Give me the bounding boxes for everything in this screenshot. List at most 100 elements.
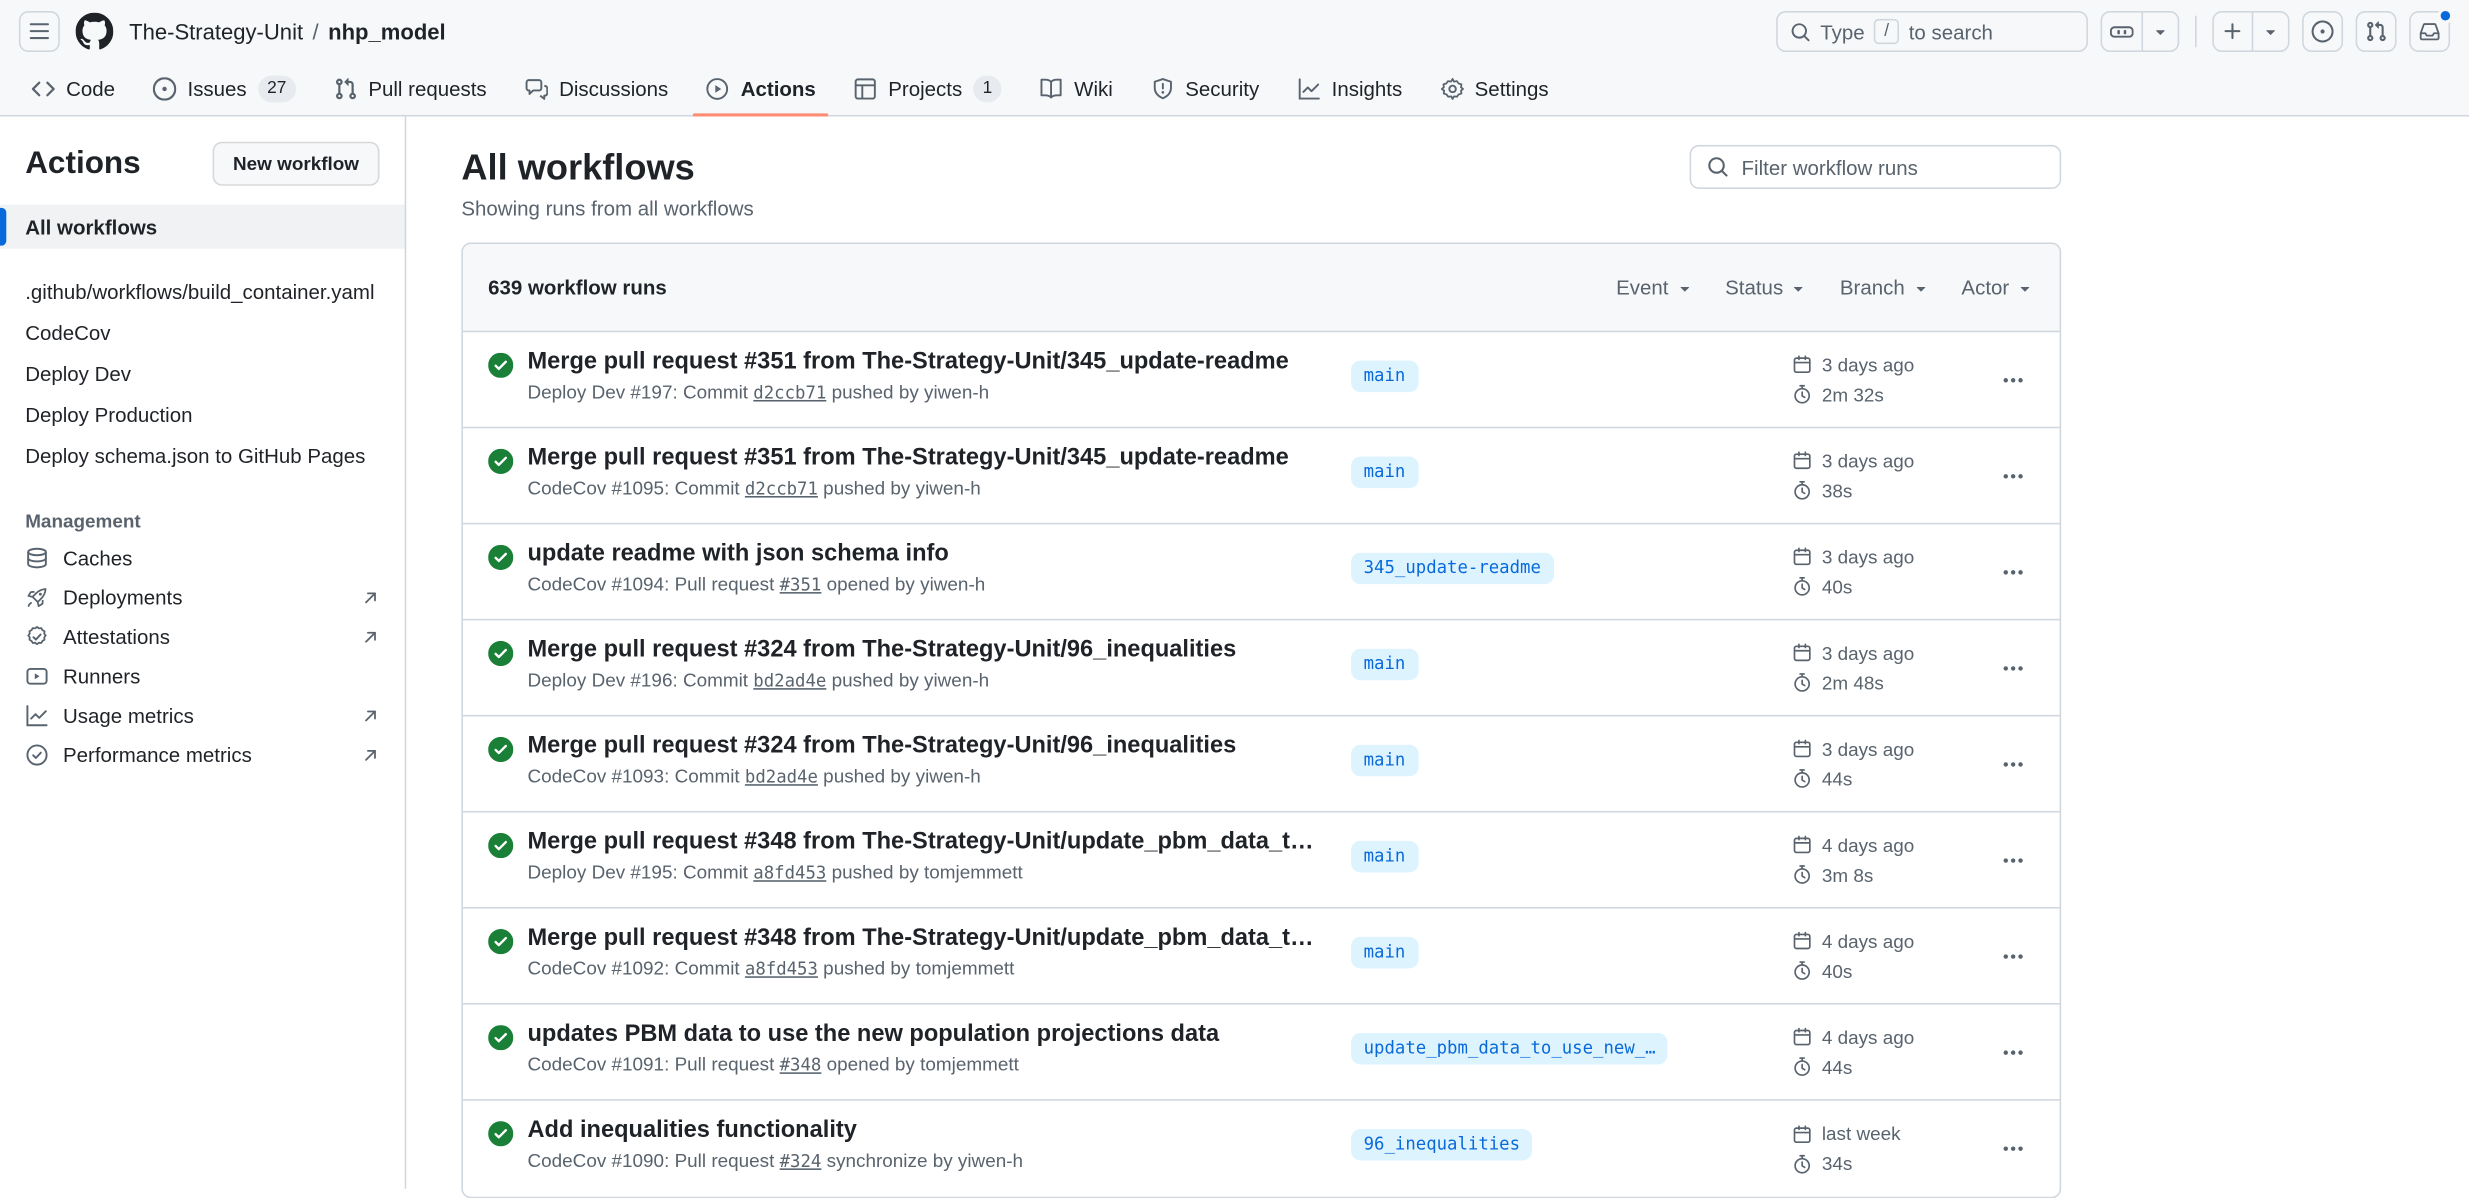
run-menu-button[interactable] — [1990, 839, 2034, 880]
filter-workflow-runs-input[interactable] — [1742, 155, 2044, 179]
branch-badge[interactable]: main — [1351, 360, 1418, 391]
sidebar-item-deployments[interactable]: Deployments — [0, 578, 405, 617]
table-icon — [854, 77, 878, 101]
tab-issues[interactable]: Issues 27 — [140, 63, 308, 115]
create-new-button[interactable] — [2212, 11, 2289, 52]
pull-request-link[interactable]: #324 — [780, 1151, 822, 1171]
run-title-link[interactable]: Merge pull request #324 from The-Strateg… — [527, 732, 1325, 759]
tab-label: Insights — [1332, 77, 1403, 101]
tab-code[interactable]: Code — [19, 63, 128, 115]
branch-badge[interactable]: main — [1351, 840, 1418, 871]
sidebar-item-all-workflows[interactable]: All workflows — [0, 205, 405, 249]
issue-opened-icon — [153, 77, 177, 101]
workflow-run-row: Merge pull request #324 from The-Strateg… — [463, 620, 2060, 716]
commit-link[interactable]: d2ccb71 — [753, 383, 826, 403]
tab-label: Issues — [188, 77, 247, 101]
commit-link[interactable]: a8fd453 — [753, 863, 826, 883]
tab-settings[interactable]: Settings — [1427, 63, 1561, 115]
github-logo[interactable] — [76, 13, 114, 51]
run-meta-suffix: pushed by yiwen-h — [823, 765, 981, 787]
sidebar-item-caches[interactable]: Caches — [0, 539, 405, 578]
tab-wiki[interactable]: Wiki — [1027, 63, 1125, 115]
sidebar-workflow-codecov[interactable]: CodeCov — [0, 312, 405, 353]
run-menu-button[interactable] — [1990, 551, 2034, 592]
sidebar-item-usage-metrics[interactable]: Usage metrics — [0, 696, 405, 735]
your-pull-requests-button[interactable] — [2356, 11, 2397, 52]
run-title-link[interactable]: Merge pull request #351 from The-Strateg… — [527, 348, 1325, 375]
commit-link[interactable]: d2ccb71 — [745, 479, 818, 499]
branch-badge[interactable]: 345_update-readme — [1351, 552, 1553, 583]
tab-actions[interactable]: Actions — [693, 63, 828, 115]
run-menu-button[interactable] — [1990, 743, 2034, 784]
triangle-down-icon — [1789, 278, 1808, 297]
breadcrumb-org-link[interactable]: The-Strategy-Unit — [129, 19, 303, 44]
run-menu-button[interactable] — [1990, 1031, 2034, 1072]
sidebar-item-attestations[interactable]: Attestations — [0, 617, 405, 656]
sidebar-item-performance-metrics[interactable]: Performance metrics — [0, 735, 405, 774]
run-duration: 2m 48s — [1792, 672, 1990, 694]
run-main: update readme with json schema info Code… — [527, 540, 1351, 595]
hamburger-menu-button[interactable] — [19, 11, 60, 52]
branch-badge[interactable]: main — [1351, 648, 1418, 679]
global-header: The-Strategy-Unit / nhp_model Type / to … — [0, 0, 2469, 63]
run-menu-button[interactable] — [1990, 1128, 2034, 1169]
run-title-link[interactable]: updates PBM data to use the new populati… — [527, 1020, 1325, 1047]
run-title-link[interactable]: Merge pull request #351 from The-Strateg… — [527, 444, 1325, 471]
sidebar-workflow-deploy-dev[interactable]: Deploy Dev — [0, 353, 405, 394]
run-menu-button[interactable] — [1990, 647, 2034, 688]
branch-badge[interactable]: 96_inequalities — [1351, 1129, 1533, 1160]
tab-discussions[interactable]: Discussions — [512, 63, 681, 115]
tab-security[interactable]: Security — [1138, 63, 1272, 115]
run-meta-suffix: pushed by tomjemmett — [832, 861, 1023, 883]
notifications-inbox-button[interactable] — [2409, 11, 2450, 52]
sidebar-workflow-deploy-schema[interactable]: Deploy schema.json to GitHub Pages — [0, 435, 405, 476]
breadcrumb-repo-link[interactable]: nhp_model — [328, 19, 446, 44]
commit-link[interactable]: bd2ad4e — [745, 767, 818, 787]
copilot-button[interactable] — [2101, 11, 2180, 52]
run-title-link[interactable]: Merge pull request #348 from The-Strateg… — [527, 924, 1325, 951]
actor-filter-dropdown[interactable]: Actor — [1961, 276, 2034, 300]
branch-badge[interactable]: main — [1351, 936, 1418, 967]
branch-badge[interactable]: update_pbm_data_to_use_new_… — [1351, 1032, 1668, 1063]
your-issues-button[interactable] — [2302, 11, 2343, 52]
run-menu-button[interactable] — [1990, 455, 2034, 496]
pull-request-link[interactable]: #351 — [780, 575, 822, 595]
tab-label: Actions — [741, 77, 816, 101]
success-check-icon — [488, 833, 513, 858]
create-new-dropdown[interactable] — [2252, 13, 2288, 51]
page-title: All workflows — [461, 145, 753, 189]
run-title-link[interactable]: Merge pull request #324 from The-Strateg… — [527, 636, 1325, 663]
branch-badge[interactable]: main — [1351, 456, 1418, 487]
commit-link[interactable]: a8fd453 — [745, 959, 818, 979]
copilot-dropdown[interactable] — [2141, 13, 2177, 51]
run-title-link[interactable]: Add inequalities functionality — [527, 1116, 1325, 1143]
status-filter-dropdown[interactable]: Status — [1725, 276, 1808, 300]
event-filter-dropdown[interactable]: Event — [1616, 276, 1694, 300]
tab-projects[interactable]: Projects 1 — [841, 63, 1014, 115]
workflow-runs-panel: 639 workflow runs Event Status — [461, 242, 2061, 1198]
tab-pull-requests[interactable]: Pull requests — [321, 63, 499, 115]
new-workflow-button[interactable]: New workflow — [213, 142, 380, 186]
commit-link[interactable]: bd2ad4e — [753, 671, 826, 691]
run-menu-button[interactable] — [1990, 359, 2034, 400]
sidebar-workflow-deploy-production[interactable]: Deploy Production — [0, 394, 405, 435]
pull-request-link[interactable]: #348 — [780, 1055, 822, 1075]
breadcrumb: The-Strategy-Unit / nhp_model — [129, 19, 446, 44]
run-title-link[interactable]: update readme with json schema info — [527, 540, 1325, 567]
main-header: All workflows Showing runs from all work… — [461, 145, 2061, 221]
branch-badge[interactable]: main — [1351, 744, 1418, 775]
book-icon — [1040, 77, 1064, 101]
branch-filter-dropdown[interactable]: Branch — [1840, 276, 1930, 300]
sidebar-item-runners[interactable]: Runners — [0, 657, 405, 696]
shield-icon — [1151, 77, 1175, 101]
filter-workflow-runs-box[interactable] — [1690, 145, 2062, 189]
calendar-icon — [1792, 642, 1812, 662]
tab-insights[interactable]: Insights — [1284, 63, 1414, 115]
run-title-link[interactable]: Merge pull request #348 from The-Strateg… — [527, 828, 1325, 855]
sidebar-workflow-build-container[interactable]: .github/workflows/build_container.yaml — [0, 271, 405, 312]
run-menu-button[interactable] — [1990, 935, 2034, 976]
global-search-input[interactable]: Type / to search — [1776, 11, 2088, 52]
kebab-icon — [2001, 1040, 2025, 1064]
graph-icon — [1297, 77, 1321, 101]
run-time-cell: 4 days ago 44s — [1792, 1026, 1990, 1078]
